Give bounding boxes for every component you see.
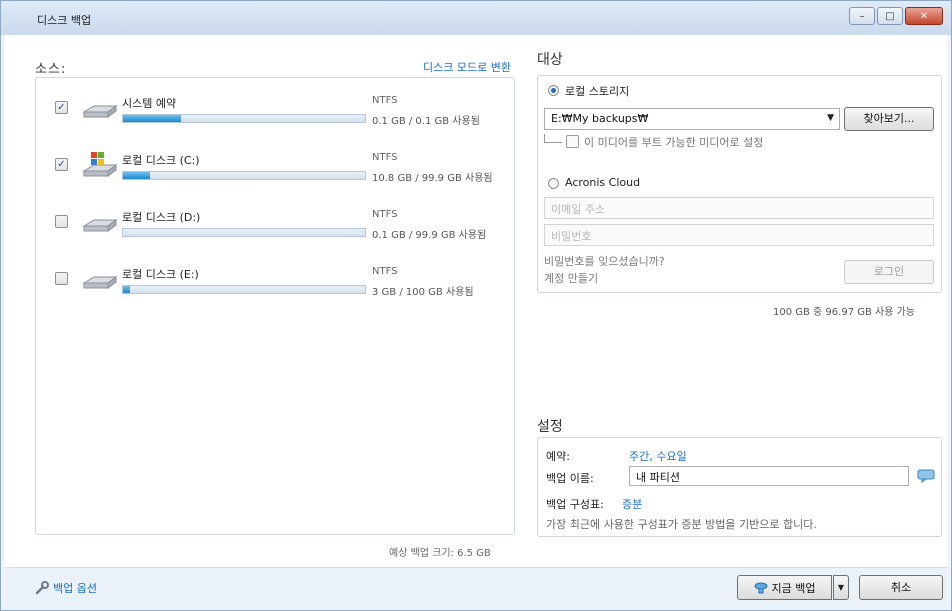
bootable-media-checkbox[interactable] <box>566 135 579 148</box>
disk-checkbox[interactable] <box>55 272 68 285</box>
disk-list: ✓ 시스템 예약 NTFS 0.1 GB / 0.1 GB 사용됨 ✓ 로컬 디… <box>35 77 515 535</box>
backup-scheme-description: 가장 최근에 사용한 구성표가 증분 방법을 기반으로 합니다. <box>546 518 817 531</box>
disk-usage-fill <box>123 115 182 122</box>
disk-filesystem: NTFS <box>372 266 398 277</box>
disk-usage-bar <box>122 228 366 237</box>
close-icon: ✕ <box>919 10 929 22</box>
disk-checkbox[interactable]: ✓ <box>55 158 68 171</box>
backup-options-link[interactable]: 백업 옵션 <box>35 580 97 596</box>
comment-icon[interactable] <box>917 469 935 483</box>
forgot-password-link[interactable]: 비밀번호를 잊으셨습니까? <box>544 253 665 269</box>
backup-now-dropdown[interactable]: ▼ <box>833 575 849 600</box>
login-button: 로그인 <box>844 260 934 284</box>
chevron-down-icon: ▼ <box>837 583 845 592</box>
schedule-key: 예약: <box>546 450 570 463</box>
target-panel: 로컬 스토리지 E:₩My backups₩ ▼ 찾아보기... 이 미디어를 … <box>537 75 942 293</box>
source-label: 소스: <box>35 62 67 77</box>
minimize-icon: – <box>859 10 865 22</box>
backup-options-label: 백업 옵션 <box>53 582 97 595</box>
disk-name: 로컬 디스크 (E:) <box>122 268 199 281</box>
hard-drive-icon <box>82 219 118 232</box>
minimize-button[interactable]: – <box>849 7 875 25</box>
maximize-icon: □ <box>885 10 895 22</box>
disk-row-c[interactable]: ✓ 로컬 디스크 (C:) NTFS 10.8 GB / 99.9 GB 사용됨 <box>36 143 514 193</box>
disk-row-e[interactable]: 로컬 디스크 (E:) NTFS 3 GB / 100 GB 사용됨 <box>36 257 514 307</box>
settings-label: 설정 <box>537 419 563 435</box>
cancel-button[interactable]: 취소 <box>859 575 943 600</box>
window-controls: – □ ✕ <box>849 7 943 25</box>
disk-usage-text: 0.1 GB / 99.9 GB 사용됨 <box>372 230 487 241</box>
title-bar: 디스크 백업 – □ ✕ <box>1 1 951 35</box>
disk-row-d[interactable]: 로컬 디스크 (D:) NTFS 0.1 GB / 99.9 GB 사용됨 <box>36 200 514 250</box>
disk-checkbox[interactable] <box>55 215 68 228</box>
disk-name: 로컬 디스크 (D:) <box>122 211 201 224</box>
disk-filesystem: NTFS <box>372 209 398 220</box>
maximize-button[interactable]: □ <box>877 7 903 25</box>
backup-scheme-link[interactable]: 증분 <box>622 496 642 512</box>
backup-icon <box>754 582 767 593</box>
create-account-link[interactable]: 계정 만들기 <box>544 270 598 286</box>
backup-name-input[interactable]: 내 파티션 <box>629 466 909 486</box>
backup-path-combo[interactable]: E:₩My backups₩ ▼ <box>544 108 840 130</box>
disk-usage-text: 10.8 GB / 99.9 GB 사용됨 <box>372 173 493 184</box>
disk-filesystem: NTFS <box>372 95 398 106</box>
tree-connector-icon <box>544 134 562 143</box>
disk-filesystem: NTFS <box>372 152 398 163</box>
window-title: 디스크 백업 <box>37 14 92 27</box>
backup-scheme-key: 백업 구성표: <box>546 498 604 511</box>
disk-usage-fill <box>123 172 150 179</box>
disk-mode-link[interactable]: 디스크 모드로 변환 <box>423 59 511 75</box>
hard-drive-icon <box>82 105 118 118</box>
disk-usage-text: 0.1 GB / 0.1 GB 사용됨 <box>372 116 480 127</box>
disk-checkbox[interactable]: ✓ <box>55 101 68 114</box>
disk-usage-text: 3 GB / 100 GB 사용됨 <box>372 287 474 298</box>
disk-usage-fill <box>123 286 131 293</box>
password-field: 비밀번호 <box>544 224 934 246</box>
backup-path-value: E:₩My backups₩ <box>551 112 649 125</box>
schedule-link[interactable]: 주간, 수요일 <box>629 448 687 464</box>
acronis-cloud-radio[interactable] <box>548 178 559 189</box>
backup-name-key: 백업 이름: <box>546 472 594 485</box>
hard-drive-icon <box>82 276 118 289</box>
disk-usage-bar <box>122 171 366 180</box>
local-storage-radio[interactable] <box>548 85 559 96</box>
browse-button[interactable]: 찾아보기... <box>844 107 934 131</box>
local-storage-label[interactable]: 로컬 스토리지 <box>565 83 629 99</box>
settings-panel: 예약: 주간, 수요일 백업 이름: 내 파티션 백업 구성표: 증분 가장 최… <box>537 437 942 537</box>
disk-row-system-reserved[interactable]: ✓ 시스템 예약 NTFS 0.1 GB / 0.1 GB 사용됨 <box>36 86 514 136</box>
bootable-media-label: 이 미디어를 부트 가능한 미디어로 설정 <box>584 136 764 149</box>
disk-name: 시스템 예약 <box>122 97 177 110</box>
wrench-icon <box>35 581 49 595</box>
available-space-text: 100 GB 중 96.97 GB 사용 가능 <box>773 307 916 318</box>
disk-backup-window: 디스크 백업 – □ ✕ 소스: 디스크 모드로 변환 ✓ 시스템 예약 NTF… <box>0 0 952 611</box>
disk-usage-bar <box>122 114 366 123</box>
target-label: 대상 <box>537 52 563 68</box>
windows-drive-icon <box>82 152 118 177</box>
estimated-backup-size: 예상 백업 크기: 6.5 GB <box>389 548 491 559</box>
chevron-down-icon[interactable]: ▼ <box>827 113 834 123</box>
disk-usage-bar <box>122 285 366 294</box>
acronis-cloud-label[interactable]: Acronis Cloud <box>565 176 640 189</box>
backup-now-button[interactable]: 지금 백업 <box>737 575 832 600</box>
disk-name: 로컬 디스크 (C:) <box>122 154 200 167</box>
email-field: 이메일 주소 <box>544 197 934 219</box>
bottom-bar: 백업 옵션 지금 백업 ▼ 취소 <box>5 567 947 607</box>
close-button[interactable]: ✕ <box>905 7 943 25</box>
backup-now-label: 지금 백업 <box>771 581 816 595</box>
